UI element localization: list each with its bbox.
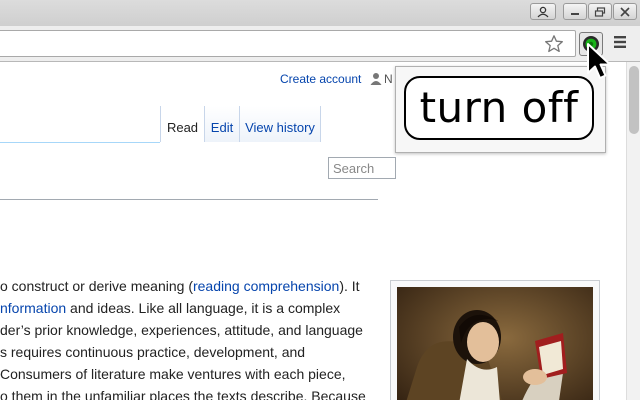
profile-button[interactable] — [530, 3, 556, 20]
tab-edit-label: Edit — [210, 120, 234, 135]
information-link[interactable]: nformation — [0, 300, 66, 316]
article-line: der’s prior knowledge, experiences, atti… — [0, 322, 363, 338]
reading-comprehension-link[interactable]: reading comprehension — [193, 278, 339, 294]
close-button[interactable] — [613, 3, 637, 20]
login-link[interactable]: N — [384, 72, 393, 86]
restore-button[interactable] — [588, 3, 612, 20]
address-bar[interactable] — [0, 30, 576, 57]
article-line: Consumers of literature make ventures wi… — [0, 366, 346, 382]
menu-icon[interactable] — [613, 35, 627, 49]
create-account-link[interactable]: Create account — [280, 72, 361, 86]
mouse-cursor-icon — [587, 43, 611, 79]
personal-tools: Create account N — [280, 72, 393, 86]
title-bar — [0, 0, 640, 26]
search-placeholder: Search — [333, 161, 375, 176]
article-image[interactable] — [390, 280, 600, 400]
heading-divider — [0, 199, 378, 200]
tab-read[interactable]: Read — [160, 106, 204, 142]
painting-image — [397, 287, 593, 400]
turn-off-label: turn off — [404, 76, 594, 140]
extension-tooltip: turn off — [395, 66, 606, 153]
article-line: nformation and ideas. Like all language,… — [0, 300, 341, 316]
restore-icon — [594, 6, 606, 17]
article-line: o them in the unfamiliar places the text… — [0, 388, 366, 400]
profile-icon — [537, 6, 549, 17]
search-input[interactable]: Search — [328, 157, 396, 179]
tab-read-label: Read — [166, 120, 199, 135]
article-line: o construct or derive meaning (reading c… — [0, 278, 360, 294]
tabs-divider — [0, 142, 160, 143]
tab-edit[interactable]: Edit — [204, 106, 239, 142]
user-icon — [370, 73, 382, 85]
star-icon[interactable] — [544, 34, 564, 54]
minimize-button[interactable] — [563, 3, 587, 20]
article-line: s requires continuous practice, developm… — [0, 344, 306, 360]
close-icon — [620, 6, 630, 17]
tab-view-history[interactable]: View history — [239, 106, 321, 142]
tab-view-history-label: View history — [245, 120, 315, 135]
page-scrollbar[interactable] — [626, 62, 640, 400]
minimize-icon — [571, 12, 579, 15]
browser-toolbar — [0, 26, 640, 62]
scrollbar-thumb[interactable] — [629, 66, 639, 134]
